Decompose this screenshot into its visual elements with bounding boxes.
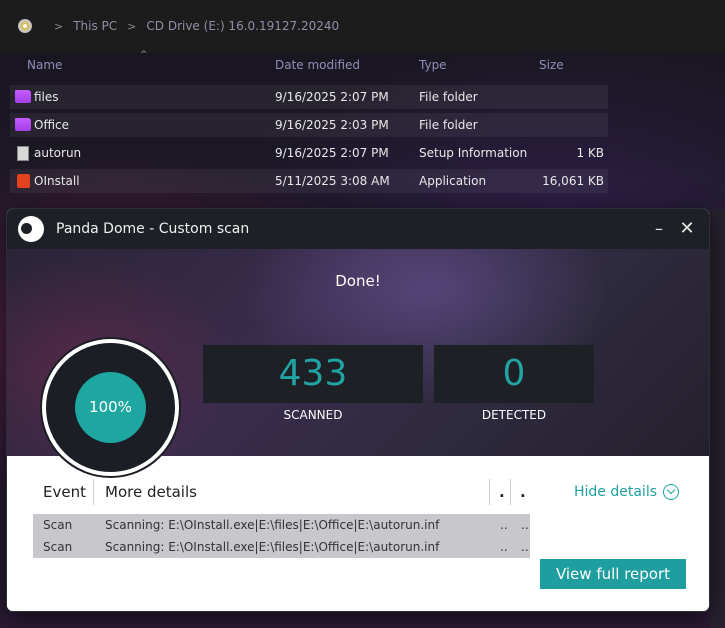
file-date: 9/16/2025 2:03 PM [275, 118, 389, 132]
details-cell: Scanning: E:\OInstall.exe|E:\files|E:\Of… [105, 518, 440, 532]
office-app-icon [17, 174, 30, 188]
chevron-right-icon: > [127, 19, 137, 33]
folder-icon [15, 118, 31, 131]
hide-details-link[interactable]: Hide details [574, 484, 680, 500]
column-header-size[interactable]: Size [539, 58, 564, 72]
close-button[interactable]: ✕ [675, 217, 699, 241]
panda-logo-icon [18, 216, 44, 242]
breadcrumb-this-pc[interactable]: This PC [73, 19, 117, 33]
file-date: 9/16/2025 2:07 PM [275, 146, 389, 160]
title-bar[interactable]: Panda Dome - Custom scan – ✕ [7, 209, 709, 249]
scan-status: Done! [335, 272, 381, 290]
file-name: files [34, 90, 59, 104]
breadcrumb-cd-drive[interactable]: CD Drive (E:) 16.0.19127.20240 [146, 19, 339, 33]
file-row[interactable]: Office 9/16/2025 2:03 PM File folder [10, 113, 608, 137]
address-bar[interactable]: > This PC > CD Drive (E:) 16.0.19127.202… [0, 0, 725, 52]
desktop-background [710, 209, 725, 628]
file-name: OInstall [34, 174, 80, 188]
progress-ring: 100% [42, 339, 179, 476]
file-type: File folder [419, 90, 478, 104]
detected-label: DETECTED [481, 408, 547, 422]
cd-drive-icon [18, 19, 32, 33]
column-header-date[interactable]: Date modified [275, 58, 360, 72]
scanned-count: 433 [203, 345, 423, 403]
file-type: Setup Information [419, 146, 528, 160]
column-headers: Name Date modified Type Size [0, 58, 725, 74]
file-size: 16,061 KB [542, 174, 604, 188]
setup-file-icon [17, 146, 29, 161]
scanned-label: SCANNED [283, 408, 343, 422]
file-name: Office [34, 118, 70, 132]
folder-icon [15, 90, 31, 103]
column-header-details[interactable]: More details [105, 477, 197, 507]
event-cell: Scan [43, 540, 73, 554]
column-divider[interactable] [489, 479, 490, 505]
column-header-3[interactable]: . [499, 477, 505, 507]
cell-4: .. [521, 540, 529, 554]
file-type: Application [419, 174, 487, 188]
hide-details-label: Hide details [574, 484, 658, 500]
file-row[interactable]: autorun 9/16/2025 2:07 PM Setup Informat… [10, 141, 608, 165]
file-date: 9/16/2025 2:07 PM [275, 90, 389, 104]
chevron-down-circle-icon [663, 484, 680, 500]
chevron-right-icon: > [54, 19, 64, 33]
progress-percent: 100% [75, 372, 146, 443]
cell-3: .. [500, 518, 508, 532]
file-date: 5/11/2025 3:08 AM [275, 174, 390, 188]
window-title: Panda Dome - Custom scan [56, 221, 250, 237]
file-row[interactable]: files 9/16/2025 2:07 PM File folder [10, 85, 608, 109]
minimize-button[interactable]: – [647, 217, 671, 241]
file-name: autorun [34, 146, 82, 160]
column-header-4[interactable]: . [520, 477, 526, 507]
details-cell: Scanning: E:\OInstall.exe|E:\files|E:\Of… [105, 540, 440, 554]
column-divider[interactable] [510, 479, 511, 505]
column-header-event[interactable]: Event [43, 477, 86, 507]
table-row[interactable]: Scan Scanning: E:\OInstall.exe|E:\files|… [33, 536, 530, 558]
table-row[interactable]: Scan Scanning: E:\OInstall.exe|E:\files|… [33, 514, 530, 536]
file-size: 1 KB [576, 146, 604, 160]
panda-dome-window: Panda Dome - Custom scan – ✕ Done! 433 S… [7, 209, 709, 611]
cell-3: .. [500, 540, 508, 554]
column-header-name[interactable]: Name [27, 58, 62, 72]
cell-4: .. [521, 518, 529, 532]
view-full-report-button[interactable]: View full report [540, 559, 686, 589]
column-header-type[interactable]: Type [419, 58, 447, 72]
event-cell: Scan [43, 518, 73, 532]
column-divider[interactable] [93, 479, 94, 505]
details-panel: Event More details . . Scan Scanning: E:… [7, 456, 709, 611]
detected-count: 0 [434, 345, 594, 403]
file-row[interactable]: OInstall 5/11/2025 3:08 AM Application 1… [10, 169, 608, 193]
file-type: File folder [419, 118, 478, 132]
